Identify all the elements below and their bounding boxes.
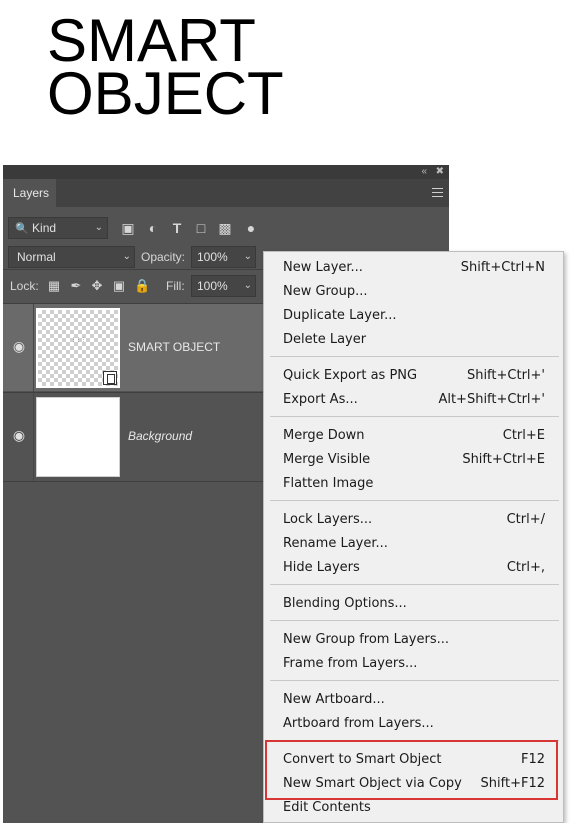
- menu-separator: [270, 416, 559, 417]
- shape-filter-icon[interactable]: □: [193, 220, 209, 236]
- menu-separator: [270, 500, 559, 501]
- menu-item-frame-from-layers[interactable]: Frame from Layers...: [264, 652, 563, 676]
- menu-separator: [270, 584, 559, 585]
- fill-field[interactable]: 100% ⌄: [191, 275, 256, 297]
- type-filter-icon[interactable]: T: [169, 220, 185, 236]
- lock-transparency-icon[interactable]: ▦: [46, 278, 62, 294]
- panel-tab-bar: Layers: [3, 179, 449, 207]
- visibility-column-divider: [33, 393, 34, 481]
- panel-title-strip: « ✖: [3, 165, 449, 179]
- opacity-value: 100%: [197, 250, 228, 264]
- menu-item-export-as[interactable]: Export As... Alt+Shift+Ctrl+': [264, 388, 563, 412]
- close-icon[interactable]: ✖: [436, 165, 444, 179]
- menu-item-merge-visible[interactable]: Merge Visible Shift+Ctrl+E: [264, 448, 563, 472]
- collapse-icon[interactable]: «: [421, 165, 427, 179]
- menu-item-duplicate-layer[interactable]: Duplicate Layer...: [264, 304, 563, 328]
- menu-item-new-layer[interactable]: New Layer... Shift+Ctrl+N: [264, 256, 563, 280]
- blend-mode-select[interactable]: Normal ⌄: [8, 246, 135, 268]
- menu-item-lock-layers[interactable]: Lock Layers... Ctrl+/: [264, 508, 563, 532]
- menu-separator: [270, 680, 559, 681]
- opacity-label: Opacity:: [141, 250, 186, 264]
- menu-item-rename-layer[interactable]: Rename Layer...: [264, 532, 563, 556]
- heading-line-2: OBJECT: [47, 60, 284, 127]
- chevron-down-icon: ⌄: [243, 251, 252, 262]
- layer-name: Background: [128, 429, 193, 443]
- chevron-down-icon: ⌄: [94, 222, 103, 233]
- panel-menu-icon[interactable]: [432, 188, 443, 197]
- eye-icon[interactable]: ◉: [11, 428, 27, 442]
- chevron-down-icon: ⌄: [122, 251, 131, 262]
- search-icon: 🔍: [15, 223, 29, 235]
- menu-item-new-group-from-layers[interactable]: New Group from Layers...: [264, 628, 563, 652]
- menu-separator: [270, 620, 559, 621]
- menu-item-new-artboard[interactable]: New Artboard...: [264, 688, 563, 712]
- lock-all-icon[interactable]: 🔒: [134, 278, 150, 294]
- fill-value: 100%: [197, 279, 228, 293]
- menu-separator: [270, 356, 559, 357]
- lock-pixels-icon[interactable]: ✒: [68, 278, 84, 294]
- opacity-field[interactable]: 100% ⌄: [191, 246, 256, 268]
- layer-thumbnail: ⋮⋮⋮: [36, 308, 120, 388]
- lock-label: Lock:: [10, 279, 39, 293]
- lock-artboard-icon[interactable]: ▣: [111, 278, 127, 294]
- menu-item-merge-down[interactable]: Merge Down Ctrl+E: [264, 424, 563, 448]
- filter-toggle-icon[interactable]: ●: [243, 220, 259, 236]
- smart-object-filter-icon[interactable]: ▩: [217, 220, 233, 236]
- menu-item-quick-export-png[interactable]: Quick Export as PNG Shift+Ctrl+': [264, 364, 563, 388]
- pixel-filter-icon[interactable]: ▣: [120, 220, 136, 236]
- menu-item-new-group[interactable]: New Group...: [264, 280, 563, 304]
- menu-item-blending-options[interactable]: Blending Options...: [264, 592, 563, 616]
- smart-object-badge-icon: [103, 371, 117, 385]
- filter-row: 🔍 Kind ⌄ ▣ ◐ T □ ▩ ●: [3, 207, 449, 241]
- fill-label: Fill:: [166, 279, 185, 293]
- tab-layers[interactable]: Layers: [3, 179, 56, 207]
- chevron-down-icon: ⌄: [243, 280, 252, 291]
- lock-position-icon[interactable]: ✥: [89, 278, 105, 294]
- layer-name: SMART OBJECT: [128, 340, 221, 354]
- eye-icon[interactable]: ◉: [11, 339, 27, 353]
- layer-thumbnail: [36, 397, 120, 477]
- menu-item-flatten-image[interactable]: Flatten Image: [264, 472, 563, 496]
- menu-item-hide-layers[interactable]: Hide Layers Ctrl+,: [264, 556, 563, 580]
- adjustment-filter-icon[interactable]: ◐: [145, 220, 161, 236]
- menu-item-artboard-from-layers[interactable]: Artboard from Layers...: [264, 712, 563, 736]
- smart-object-highlight-box: [265, 740, 558, 800]
- thumbnail-text-mark: ⋮⋮⋮: [71, 337, 86, 343]
- smart-object-heading: SMART OBJECT: [47, 11, 284, 127]
- visibility-column-divider: [33, 304, 34, 392]
- blend-mode-value: Normal: [17, 250, 56, 264]
- kind-filter-label: Kind: [32, 221, 57, 235]
- menu-item-delete-layer[interactable]: Delete Layer: [264, 328, 563, 352]
- kind-filter-select[interactable]: 🔍 Kind ⌄: [8, 217, 108, 239]
- layer-context-menu: New Layer... Shift+Ctrl+N New Group... D…: [263, 251, 564, 823]
